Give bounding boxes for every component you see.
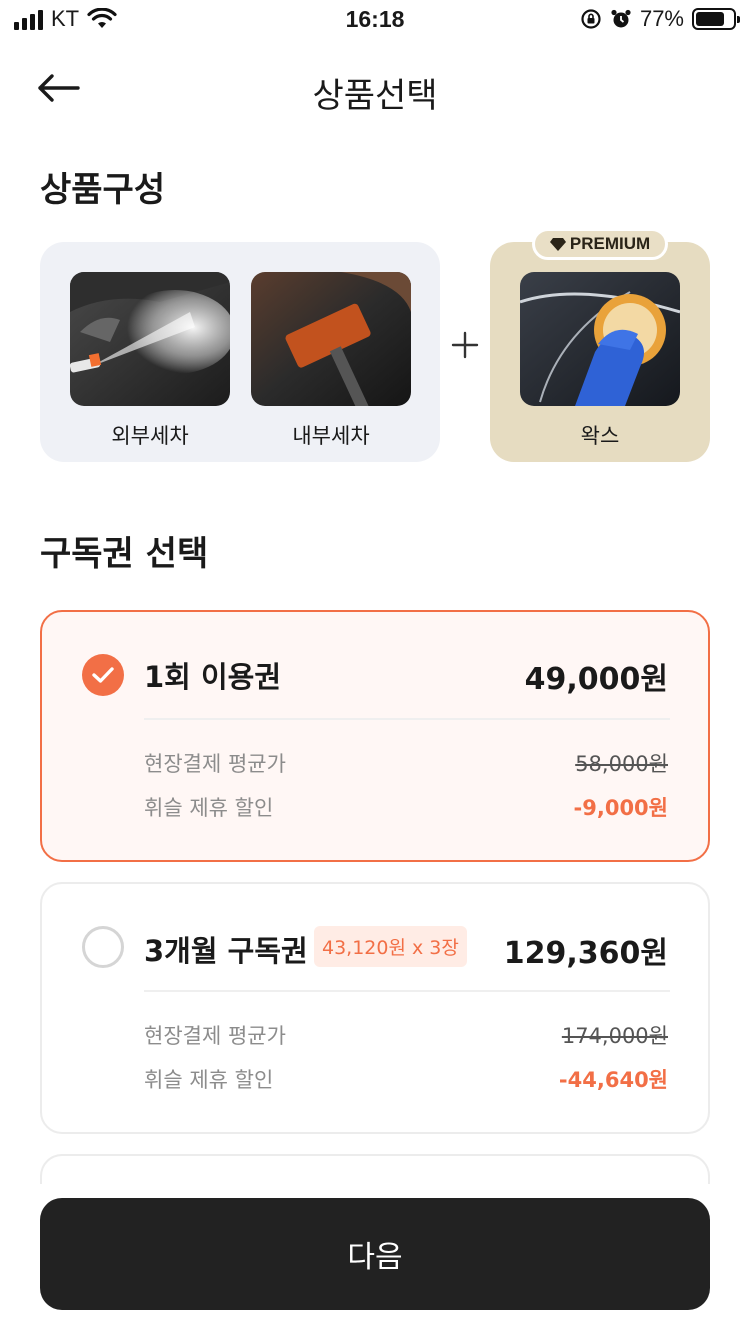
header: 상품선택 xyxy=(0,58,750,118)
plan-price: 129,360원 xyxy=(503,936,668,971)
plan-single-use[interactable]: 1회 이용권 49,000원 현장결제 평균가 58,000원 휘슬 제휴 할인… xyxy=(40,610,710,862)
average-price-label: 현장결제 평균가 xyxy=(144,1024,286,1048)
discount-amount: -44,640원 xyxy=(558,1068,668,1092)
divider xyxy=(144,718,670,720)
product-exterior-wash: 외부세차 xyxy=(70,272,230,450)
premium-badge-label: PREMIUM xyxy=(569,234,651,253)
interior-wash-image xyxy=(251,272,411,406)
average-price-label: 현장결제 평균가 xyxy=(144,752,286,776)
basic-package-box: 외부세차 내부세차 xyxy=(40,242,440,462)
plan-price: 49,000원 xyxy=(524,662,668,697)
interior-wash-label: 내부세차 xyxy=(292,424,370,448)
plan-name: 1회 이용권 xyxy=(144,660,281,694)
battery-icon xyxy=(692,8,740,30)
battery-fill xyxy=(696,12,724,26)
premium-badge: PREMIUM xyxy=(532,228,668,260)
plan-3-month[interactable]: 3개월 구독권 43,120원 x 3장 129,360원 현장결제 평균가 1… xyxy=(40,882,710,1134)
plan-name: 3개월 구독권 xyxy=(144,934,308,968)
discount-label: 휘슬 제휴 할인 xyxy=(144,796,274,820)
battery-percent: 77% xyxy=(639,6,684,31)
exterior-wash-label: 외부세차 xyxy=(111,424,189,448)
plan-next-partial[interactable] xyxy=(40,1154,710,1184)
premium-package-box: 왁스 xyxy=(490,242,710,462)
wax-image xyxy=(520,272,680,406)
page-title: 상품선택 xyxy=(312,76,438,116)
subscription-title: 구독권 선택 xyxy=(40,534,209,574)
rotation-lock-icon xyxy=(581,9,601,29)
average-price: 174,000원 xyxy=(561,1024,668,1048)
composition-title: 상품구성 xyxy=(40,170,166,210)
average-price: 58,000원 xyxy=(575,752,668,776)
status-right: 77% xyxy=(580,6,740,32)
wax-label: 왁스 xyxy=(580,424,620,448)
next-button[interactable]: 다음 xyxy=(40,1198,710,1310)
plan-unit-price-tag: 43,120원 x 3장 xyxy=(314,926,467,967)
exterior-wash-image xyxy=(70,272,230,406)
divider xyxy=(144,990,670,992)
alarm-icon xyxy=(611,9,631,28)
diamond-icon xyxy=(549,238,566,251)
radio-unchecked[interactable] xyxy=(82,926,124,968)
product-wax: 왁스 xyxy=(520,272,680,450)
check-icon xyxy=(92,667,114,683)
discount-label: 휘슬 제휴 할인 xyxy=(144,1068,274,1092)
radio-checked[interactable] xyxy=(82,654,124,696)
status-bar: KT 16:18 77% xyxy=(0,0,750,40)
plus-icon xyxy=(451,331,479,359)
product-interior-wash: 내부세차 xyxy=(251,272,411,450)
discount-amount: -9,000원 xyxy=(573,796,668,820)
